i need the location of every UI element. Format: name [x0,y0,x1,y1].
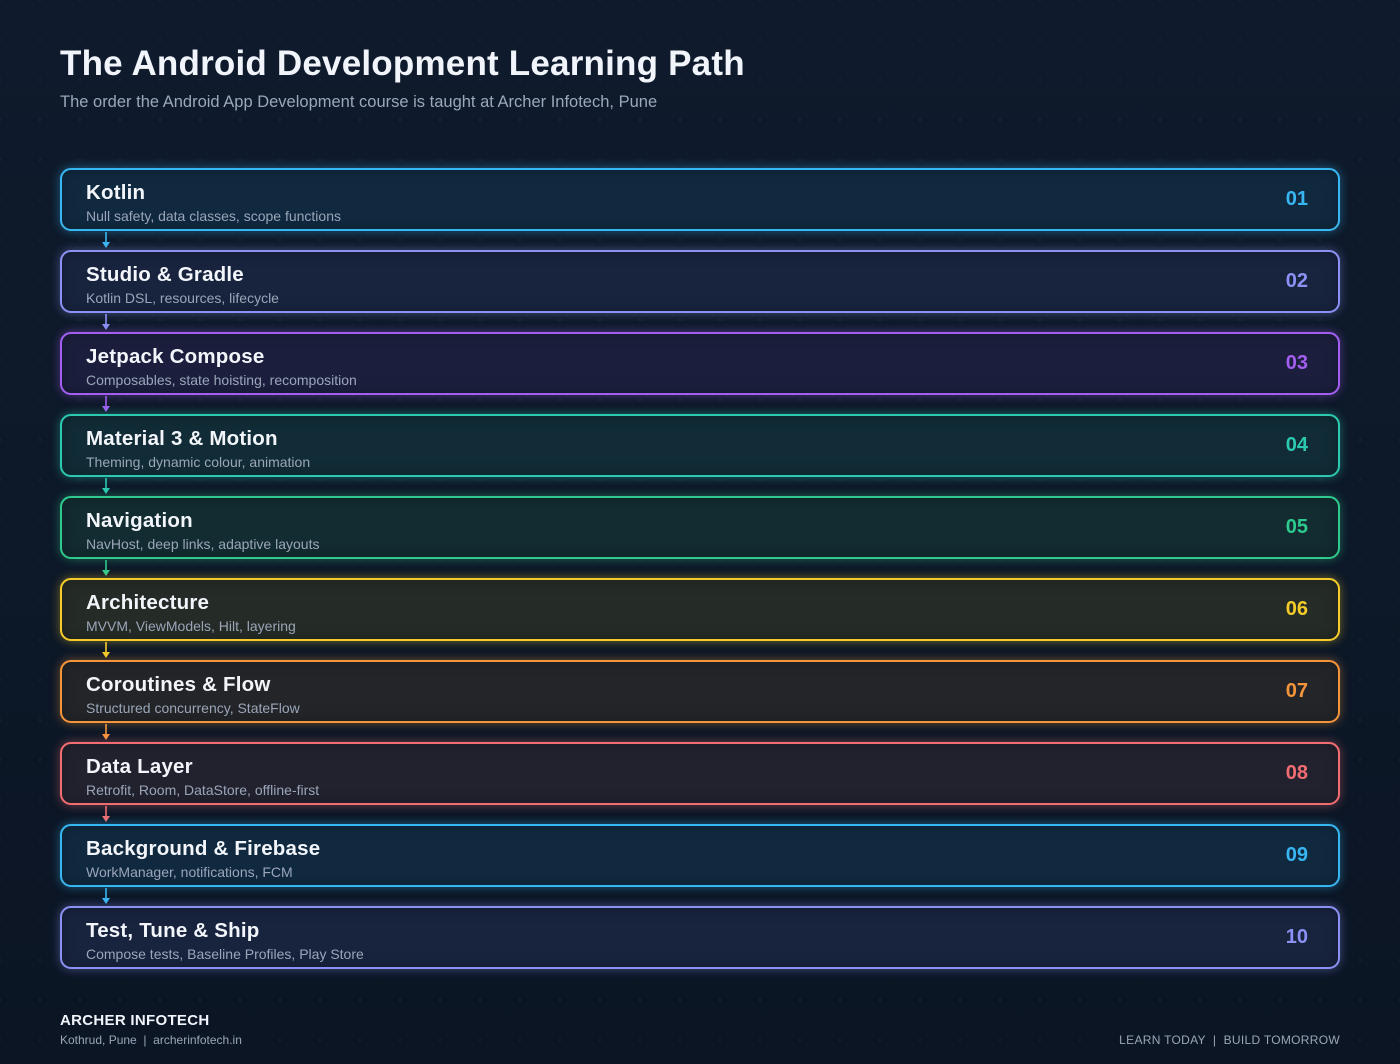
step-description: Composables, state hoisting, recompositi… [86,372,357,388]
arrow-down-icon [101,231,111,249]
step-card: Data Layer Retrofit, Room, DataStore, off… [60,742,1340,805]
arrow-down-icon [101,887,111,905]
step-number: 08 [1285,762,1308,784]
arrow-down-icon [101,395,111,413]
step-description: MVVM, ViewModels, Hilt, layering [86,618,296,634]
step-description: WorkManager, notifications, FCM [86,864,293,880]
step-card: Material 3 & Motion Theming, dynamic colo… [60,414,1340,477]
step-card: Jetpack Compose Composables, state hoisti… [60,332,1340,395]
step-name: Test, Tune & Ship [86,919,260,942]
step-description: Null safety, data classes, scope functio… [86,208,341,224]
page-title: The Android Development Learning Path [60,44,745,83]
page-subtitle: The order the Android App Development co… [60,93,658,111]
step-name: Jetpack Compose [86,345,265,368]
step-card: Kotlin Null safety, data classes, scope f… [60,168,1340,231]
step-name: Kotlin [86,181,146,204]
step-name: Material 3 & Motion [86,427,278,450]
step-description: Kotlin DSL, resources, lifecycle [86,290,279,306]
step-card: Studio & Gradle Kotlin DSL, resources, li… [60,250,1340,313]
step-name: Studio & Gradle [86,263,244,286]
arrow-down-icon [101,805,111,823]
step-description: Structured concurrency, StateFlow [86,700,300,716]
step-description: Compose tests, Baseline Profiles, Play S… [86,946,364,962]
step-number: 03 [1285,352,1308,374]
step-description: NavHost, deep links, adaptive layouts [86,536,320,552]
step-name: Data Layer [86,755,193,778]
step-number: 02 [1285,270,1308,292]
footer-brand: ARCHER INFOTECH [60,1012,210,1029]
step-card: Coroutines & Flow Structured concurrency,… [60,660,1340,723]
arrow-down-icon [101,477,111,495]
step-name: Architecture [86,591,210,614]
step-name: Navigation [86,509,193,532]
step-card: Navigation NavHost, deep links, adaptive … [60,496,1340,559]
step-card: Test, Tune & Ship Compose tests, Baseline… [60,906,1340,969]
step-description: Retrofit, Room, DataStore, offline-first [86,782,320,798]
footer-tagline: LEARN TODAY | BUILD TOMORROW [1119,1033,1340,1047]
step-name: Coroutines & Flow [86,673,271,696]
footer-location: Kothrud, Pune | archerinfotech.in [60,1033,242,1047]
step-number: 07 [1285,680,1308,702]
step-number: 05 [1285,516,1308,538]
arrow-down-icon [101,723,111,741]
step-number: 04 [1285,434,1308,456]
step-number: 09 [1285,844,1308,866]
step-number: 01 [1285,188,1308,210]
arrow-down-icon [101,313,111,331]
step-name: Background & Firebase [86,837,321,860]
step-card: Architecture MVVM, ViewModels, Hilt, laye… [60,578,1340,641]
step-card: Background & Firebase WorkManager, notifi… [60,824,1340,887]
step-number: 06 [1285,598,1308,620]
arrow-down-icon [101,559,111,577]
step-number: 10 [1285,926,1308,948]
arrow-down-icon [101,641,111,659]
step-description: Theming, dynamic colour, animation [86,454,311,470]
